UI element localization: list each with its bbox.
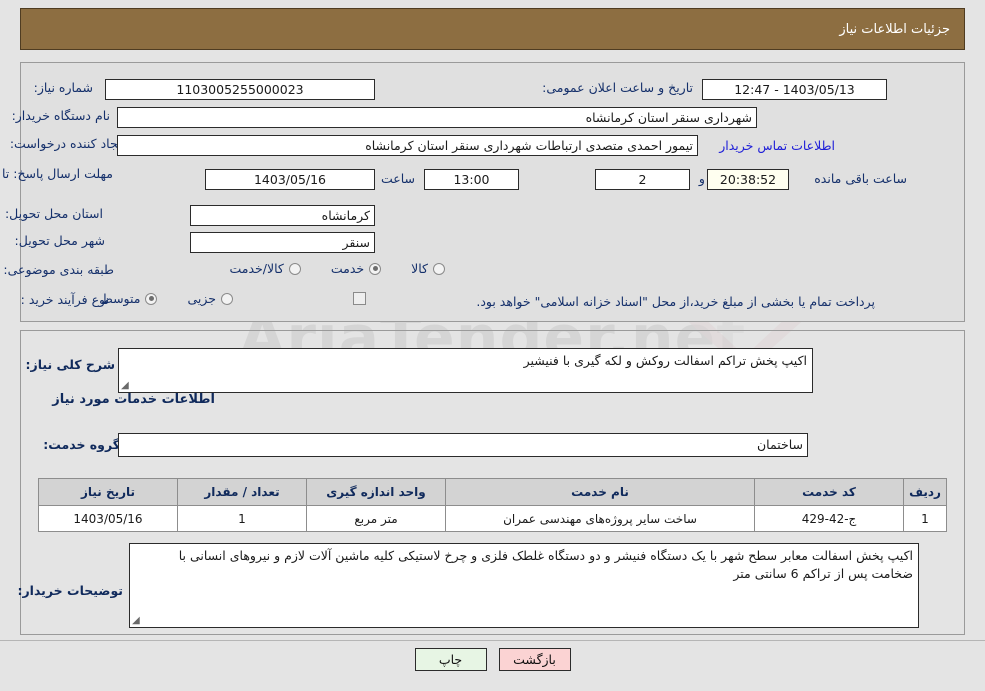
category-option-kala[interactable]: کالا — [411, 261, 445, 276]
city-field[interactable]: سنقر — [190, 232, 375, 253]
col-date: تاریخ نیاز — [38, 478, 178, 506]
buyer-notes-label: توضیحات خریدار: — [17, 583, 123, 598]
service-group-field[interactable]: ساختمان — [118, 433, 808, 457]
col-quantity: تعداد / مقدار — [177, 478, 307, 506]
summary-label: شرح کلی نیاز: — [25, 357, 115, 372]
buyer-org-field[interactable]: شهرداری سنقر استان کرمانشاه — [117, 107, 757, 128]
radio-icon[interactable] — [221, 292, 233, 305]
category-radio-group: کالا خدمت کالا/خدمت — [229, 261, 445, 276]
service-group-label: گروه خدمت: — [43, 437, 120, 452]
process-radio-group: جزیی متوسط — [101, 291, 233, 306]
category-option-label: خدمت — [330, 261, 365, 276]
radio-icon[interactable] — [288, 262, 301, 275]
province-label: استان محل تحویل: — [4, 206, 103, 221]
city-label-row: شهر محل تحویل: — [15, 233, 105, 248]
remaining-time-field: 20:38:52 — [707, 169, 789, 190]
hour-label: ساعت — [380, 171, 415, 186]
radio-icon[interactable] — [369, 262, 382, 275]
col-name: نام خدمت — [445, 478, 755, 506]
requester-label-row: ایجاد کننده درخواست: — [10, 136, 125, 151]
process-option-motavaset[interactable]: متوسط — [101, 291, 158, 306]
deadline-label: مهلت ارسال پاسخ: تا تاریخ: — [0, 166, 113, 181]
need-number-field[interactable]: 1103005255000023 — [105, 79, 375, 100]
process-option-label: جزیی — [187, 291, 216, 306]
category-label: طبقه بندی موضوعی: — [3, 262, 114, 277]
footer-divider — [0, 640, 985, 641]
category-option-kala-khedmat[interactable]: کالا/خدمت — [229, 261, 301, 276]
buyer-contact-link[interactable]: اطلاعات تماس خریدار — [719, 138, 835, 153]
radio-icon[interactable] — [145, 292, 158, 305]
table-row[interactable]: 1 ج-42-429 ساخت سایر پروژه‌های مهندسی عم… — [38, 505, 947, 532]
process-option-label: متوسط — [101, 291, 141, 306]
announce-label-row: تاریخ و ساعت اعلان عمومی: — [542, 80, 693, 95]
process-type-label: نوع فرآیند خرید : — [20, 292, 109, 307]
buyer-notes-text: اکیپ پخش اسفالت معابر سطح شهر با یک دستگ… — [178, 548, 913, 581]
buyer-notes-textarea[interactable]: اکیپ پخش اسفالت معابر سطح شهر با یک دستگ… — [129, 543, 919, 628]
category-option-khedmat[interactable]: خدمت — [330, 261, 382, 276]
cell-date: 1403/05/16 — [38, 505, 178, 532]
back-button[interactable]: بازگشت — [498, 648, 571, 671]
treasury-bonds-checkbox[interactable] — [353, 292, 366, 305]
deadline-time-field[interactable]: 13:00 — [424, 169, 519, 190]
page-header-bar: جزئیات اطلاعات نیاز — [20, 8, 965, 50]
cell-name: ساخت سایر پروژه‌های مهندسی عمران — [445, 505, 755, 532]
public-announce-label: تاریخ و ساعت اعلان عمومی: — [542, 80, 693, 95]
deadline-label-row: مهلت ارسال پاسخ: تا تاریخ: — [0, 166, 113, 182]
cell-quantity: 1 — [177, 505, 307, 532]
table-header-row: ردیف کد خدمت نام خدمت واحد اندازه گیری ت… — [38, 478, 947, 506]
resize-grip-icon[interactable]: ◣ — [121, 380, 131, 391]
public-announce-field[interactable]: 1403/05/13 - 12:47 — [702, 79, 887, 100]
buyer-org-label: نام دستگاه خریدار: — [11, 108, 110, 123]
deadline-date-field[interactable]: 1403/05/16 — [205, 169, 375, 190]
treasury-bonds-text: پرداخت تمام یا بخشی از مبلغ خرید،از محل … — [476, 294, 875, 309]
province-label-row: استان محل تحویل: — [5, 206, 103, 221]
page-title: جزئیات اطلاعات نیاز — [839, 21, 950, 37]
need-number-label-row: شماره نیاز: — [34, 80, 93, 95]
buyer-org-label-row: نام دستگاه خریدار: — [12, 108, 110, 123]
need-number-label: شماره نیاز: — [33, 80, 93, 95]
process-option-jozei[interactable]: جزیی — [187, 291, 233, 306]
cell-index: 1 — [903, 505, 947, 532]
summary-text: اکیپ پخش تراکم اسفالت روکش و لکه گیری با… — [523, 353, 807, 368]
days-remaining-field[interactable]: 2 — [595, 169, 690, 190]
province-field[interactable]: کرمانشاه — [190, 205, 375, 226]
services-table: ردیف کد خدمت نام خدمت واحد اندازه گیری ت… — [38, 478, 947, 532]
footer-button-bar: بازگشت چاپ — [0, 648, 985, 671]
cell-code: ج-42-429 — [754, 505, 904, 532]
cell-unit: متر مربع — [306, 505, 446, 532]
remaining-time-label: ساعت باقی مانده — [814, 171, 907, 186]
print-button[interactable]: چاپ — [414, 648, 487, 671]
category-label-row: طبقه بندی موضوعی: — [3, 262, 114, 277]
col-unit: واحد اندازه گیری — [306, 478, 446, 506]
services-heading: اطلاعات خدمات مورد نیاز — [52, 392, 215, 407]
summary-textarea[interactable]: اکیپ پخش تراکم اسفالت روکش و لکه گیری با… — [118, 348, 813, 393]
requester-field[interactable]: تیمور احمدی متصدی ارتباطات شهرداری سنقر … — [117, 135, 698, 156]
category-option-label: کالا/خدمت — [229, 261, 284, 276]
radio-icon[interactable] — [433, 262, 445, 275]
category-option-label: کالا — [411, 261, 428, 276]
col-index: ردیف — [903, 478, 947, 506]
resize-grip-icon[interactable]: ◣ — [132, 615, 142, 626]
process-label-row: نوع فرآیند خرید : — [21, 292, 109, 307]
need-info-panel — [20, 62, 965, 322]
city-label: شهر محل تحویل: — [14, 233, 105, 248]
requester-label: ایجاد کننده درخواست: — [9, 136, 125, 151]
col-code: کد خدمت — [754, 478, 904, 506]
